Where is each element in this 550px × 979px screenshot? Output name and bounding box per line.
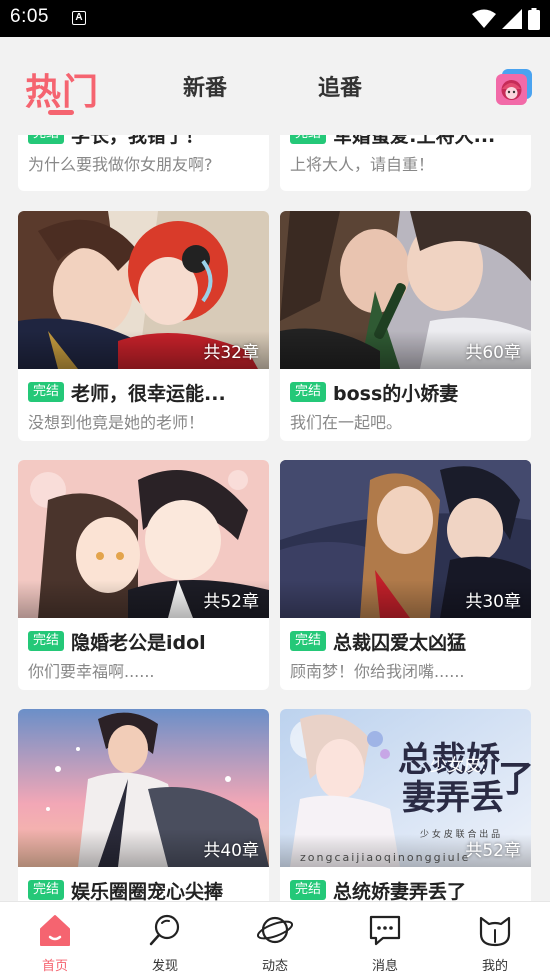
comic-card[interactable]: 完结 学长，我错了！ 为什么要我做你女朋友啊? <box>18 135 269 191</box>
top-tab-bar: 热门 新番 追番 <box>0 37 550 135</box>
comic-title: 总统娇妻弄丢了 <box>333 880 467 902</box>
signal-icon <box>502 9 522 29</box>
nav-label: 消息 <box>371 959 398 974</box>
comic-title: 娱乐圈圈宠心尖捧 <box>71 880 224 902</box>
comic-cover: 共52章 <box>18 460 269 618</box>
comic-title: 总裁囚爱太凶猛 <box>333 631 467 654</box>
profile-icon <box>479 916 511 947</box>
chapter-count: 共30章 <box>465 592 521 612</box>
nav-label: 首页 <box>41 959 68 974</box>
chapter-count: 共40章 <box>203 841 259 861</box>
status-bar: 6:05 A <box>0 0 550 37</box>
tab-new[interactable]: 新番 <box>183 70 227 102</box>
active-tab-indicator <box>48 110 74 115</box>
cover-title-line2: 妻弄丢 <box>402 778 504 818</box>
comic-cover: 共40章 <box>18 709 269 867</box>
avatar-icon[interactable] <box>496 69 532 105</box>
chapter-count: 共60章 <box>465 343 521 363</box>
comic-cover: 共60章 <box>280 211 531 369</box>
chapter-count: 共52章 <box>203 592 259 612</box>
status-badge: 完结 <box>290 880 327 900</box>
comic-desc: 没想到他竟是她的老师！ <box>28 413 205 432</box>
chapter-count: 共52章 <box>465 841 521 861</box>
chapter-count: 共32章 <box>203 343 259 363</box>
status-badge: 完结 <box>28 382 65 402</box>
nav-label: 发现 <box>151 959 178 974</box>
status-badge: 完结 <box>28 135 65 144</box>
search-icon <box>149 914 180 946</box>
comic-card[interactable]: 共52章 完结 隐婚老公是idol 你们要幸福啊...... <box>18 460 269 690</box>
comic-desc: 顾南梦！你给我闭嘴...... <box>290 662 465 681</box>
status-badge: 完结 <box>290 135 327 144</box>
battery-icon <box>528 8 540 30</box>
nav-messages[interactable]: 消息 <box>330 902 440 979</box>
message-icon <box>369 915 401 946</box>
comic-card[interactable]: 总裁娇 少女皮: 妻弄丢 了 少 女 皮 联 合 出 品 zongcaijiao… <box>280 709 531 901</box>
comic-feed[interactable]: 完结 学长，我错了！ 为什么要我做你女朋友啊? 完结 军婚蜜爱:上将大... 上… <box>0 135 550 901</box>
comic-card[interactable]: 共32章 完结 老师，很幸运能... 没想到他竟是她的老师！ <box>18 211 269 441</box>
home-icon <box>40 915 70 946</box>
tab-hot[interactable]: 热门 <box>25 63 99 115</box>
nav-profile[interactable]: 我的 <box>440 902 550 979</box>
bottom-nav: 首页 发现 动态 消息 我的 <box>0 901 550 979</box>
status-time: 6:05 <box>10 6 49 27</box>
cover-subtitle: 少女皮: <box>430 756 487 776</box>
comic-card[interactable]: 共30章 完结 总裁囚爱太凶猛 顾南梦！你给我闭嘴...... <box>280 460 531 690</box>
comic-title: 军婚蜜爱:上将大... <box>333 135 496 147</box>
comic-title: 老师，很幸运能... <box>71 382 226 405</box>
status-badge: 完结 <box>28 880 65 900</box>
comic-desc: 为什么要我做你女朋友啊? <box>28 155 213 174</box>
nav-label: 动态 <box>261 959 288 974</box>
nav-label: 我的 <box>481 959 508 974</box>
comic-cover: 共30章 <box>280 460 531 618</box>
nav-discover[interactable]: 发现 <box>110 902 220 979</box>
nav-home[interactable]: 首页 <box>0 902 110 979</box>
comic-title: boss的小娇妻 <box>333 382 459 405</box>
comic-title: 隐婚老公是idol <box>71 631 206 654</box>
comic-card[interactable]: 共60章 完结 boss的小娇妻 我们在一起吧。 <box>280 211 531 441</box>
comic-desc: 上将大人，请自重！ <box>290 155 435 174</box>
comic-card[interactable]: 完结 军婚蜜爱:上将大... 上将大人，请自重！ <box>280 135 531 191</box>
wifi-icon <box>472 9 496 28</box>
comic-title: 学长，我错了！ <box>71 135 205 147</box>
status-badge: 完结 <box>290 382 327 402</box>
notification-icon: A <box>72 11 86 25</box>
status-badge: 完结 <box>290 631 327 651</box>
nav-activity[interactable]: 动态 <box>220 902 330 979</box>
status-badge: 完结 <box>28 631 65 651</box>
comic-desc: 你们要幸福啊...... <box>28 662 155 681</box>
comic-cover: 共32章 <box>18 211 269 369</box>
comic-card[interactable]: 共40章 完结 娱乐圈圈宠心尖捧 <box>18 709 269 901</box>
planet-icon <box>257 916 293 944</box>
tab-follow[interactable]: 追番 <box>318 70 362 102</box>
status-icons <box>472 8 540 30</box>
comic-desc: 我们在一起吧。 <box>290 413 403 432</box>
comic-cover: 总裁娇 少女皮: 妻弄丢 了 少 女 皮 联 合 出 品 zongcaijiao… <box>280 709 531 867</box>
cover-title-char: 了 <box>498 758 531 800</box>
